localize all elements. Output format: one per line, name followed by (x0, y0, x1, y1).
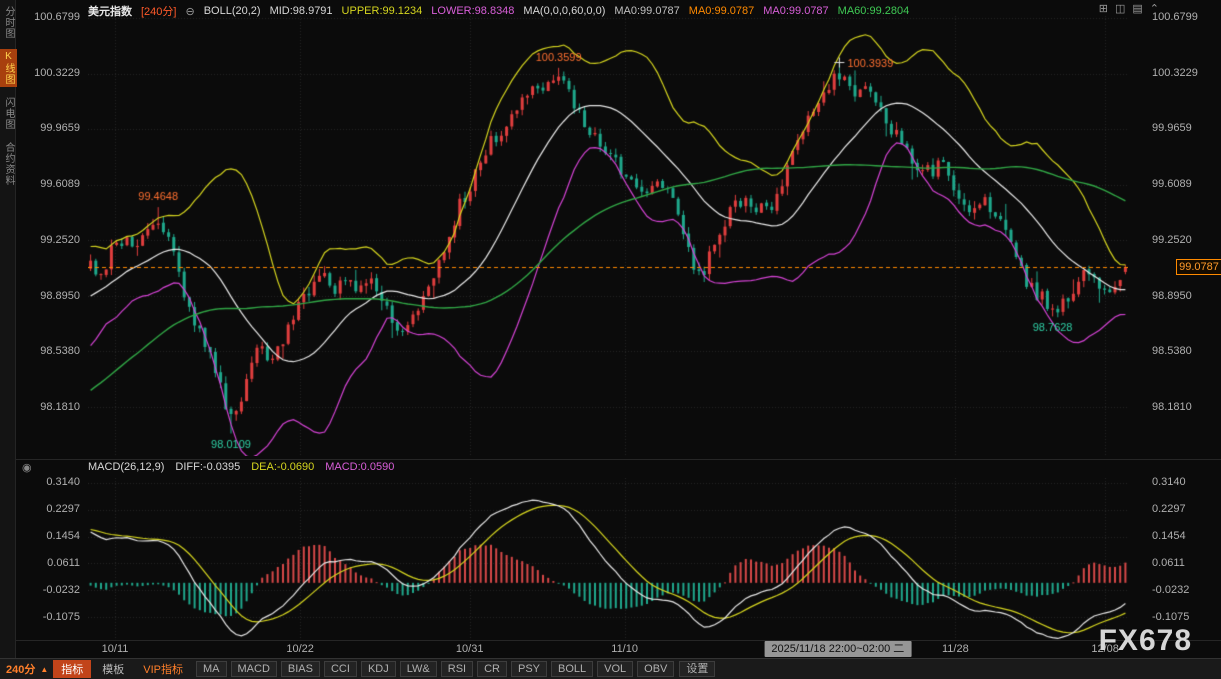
macd-axis-label: 0.1454 (26, 530, 80, 543)
macd-axis-label: 0.0611 (26, 557, 80, 570)
sidebar-tabs: 分时图 K线图 闪电图 合约资料 (0, 4, 15, 188)
price-axis-label: 98.5380 (26, 345, 80, 358)
sidebar-tab[interactable]: 闪电图 (0, 95, 17, 132)
toolbar-tabs: 指标 模板 VIP指标 (53, 660, 191, 678)
boll-mid-value: MID:98.9791 (270, 5, 333, 17)
macd-diff-value: DIFF:-0.0395 (175, 461, 240, 473)
ma0-value-2: MA0:99.0787 (689, 5, 754, 17)
price-axis-label: 100.6799 (26, 11, 80, 24)
price-axis-label: 98.1810 (1152, 401, 1214, 414)
left-sidebar: 分时图 K线图 闪电图 合约资料 (0, 0, 16, 658)
indicator-button[interactable]: LW& (400, 661, 437, 677)
indicator-button[interactable]: CCI (324, 661, 357, 677)
indicator-button[interactable]: BOLL (551, 661, 593, 677)
price-axis-label: 99.2520 (1152, 234, 1214, 247)
price-axis-label: 98.1810 (26, 401, 80, 414)
layout-grid-icon[interactable]: ⊞ (1099, 2, 1108, 15)
macd-axis-label: -0.0232 (26, 584, 80, 597)
macd-pane-icon[interactable]: ◉ (22, 461, 32, 474)
period-dropdown-arrow-icon[interactable]: ▲ (40, 665, 48, 674)
macd-macd-value: MACD:0.0590 (325, 461, 394, 473)
toolbar-tab[interactable]: 模板 (94, 660, 132, 678)
sidebar-tab[interactable]: 合约资料 (0, 140, 17, 188)
indicator-button[interactable]: KDJ (361, 661, 396, 677)
price-axis-right: 100.6799 100.3229 99.9659 99.6089 99.2520 98.… (1152, 11, 1214, 414)
bottom-toolbar: 240分 ▲ 指标 模板 VIP指标 MA MACD BIAS CCI KDJ … (0, 658, 1221, 679)
macd-axis-label: -0.1075 (26, 611, 80, 624)
sidebar-tab[interactable]: K线图 (0, 49, 17, 87)
window-layout-icons: ⊞ ◫ ▤ ⌃ (1099, 2, 1159, 15)
macd-axis-left: 0.3140 0.2297 0.1454 0.0611 -0.0232 -0.1075 (26, 476, 80, 624)
period-selector[interactable]: 240分 (6, 661, 35, 677)
watermark: FX678 (1099, 625, 1192, 657)
price-axis-label: 98.8950 (26, 290, 80, 303)
current-price-tag: 99.0787 (1176, 259, 1221, 275)
macd-axis-label: 0.3140 (1152, 476, 1214, 489)
macd-axis-right: 0.3140 0.2297 0.1454 0.0611 -0.0232 -0.1075 (1152, 476, 1214, 624)
price-axis-label: 99.2520 (26, 234, 80, 247)
pane-separator (16, 459, 1221, 460)
x-axis-tick: 11/28 (942, 641, 969, 657)
indicator-button[interactable]: MACD (231, 661, 277, 677)
symbol-name: 美元指数 (88, 3, 132, 19)
period-label: [240分] (141, 3, 176, 19)
macd-axis-label: 0.1454 (1152, 530, 1214, 543)
price-axis-label: 99.9659 (1152, 122, 1214, 135)
macd-chart-canvas[interactable] (88, 478, 1128, 642)
x-axis-tick: 10/22 (286, 641, 314, 657)
indicator-button[interactable]: BIAS (281, 661, 320, 677)
macd-axis-label: -0.0232 (1152, 584, 1214, 597)
ma0-value-1: MA0:99.0787 (614, 5, 679, 17)
indicator-button[interactable]: MA (196, 661, 227, 677)
boll-upper-value: UPPER:99.1234 (342, 5, 423, 17)
layout-rows-icon[interactable]: ▤ (1132, 2, 1142, 15)
x-axis-tick: 10/11 (102, 641, 129, 657)
price-axis-label: 99.6089 (26, 178, 80, 191)
x-axis-row: 10/11 10/22 10/31 11/10 2025/11/18 22:00~02:… (0, 641, 1221, 658)
x-axis-tick: 10/31 (456, 641, 484, 657)
x-axis-tick: 11/10 (611, 641, 638, 657)
boll-lower-value: LOWER:98.8348 (431, 5, 514, 17)
macd-params-label: MACD(26,12,9) (88, 461, 164, 473)
price-axis-left: 100.6799 100.3229 99.9659 99.6089 99.2520 98.… (26, 11, 80, 414)
price-axis-label: 98.8950 (1152, 290, 1214, 303)
ma60-value: MA60:99.2804 (838, 5, 910, 17)
zoom-out-icon[interactable]: ⊖ (185, 5, 194, 18)
layout-columns-icon[interactable]: ◫ (1115, 2, 1125, 15)
macd-header: MACD(26,12,9) DIFF:-0.0395 DEA:-0.0690 M… (88, 461, 394, 473)
indicator-button[interactable]: RSI (441, 661, 473, 677)
ma-params-label: MA(0,0,0,60,0,0) (523, 5, 605, 17)
macd-axis-label: 0.2297 (1152, 503, 1214, 516)
toolbar-tab[interactable]: VIP指标 (135, 660, 191, 678)
price-axis-label: 100.3229 (26, 67, 80, 80)
indicator-buttons: MA MACD BIAS CCI KDJ LW& RSI CR PSY BOLL… (196, 661, 674, 677)
macd-axis-label: 0.2297 (26, 503, 80, 516)
price-axis-label: 99.9659 (26, 122, 80, 135)
price-axis-label: 99.6089 (1152, 178, 1214, 191)
sidebar-tab[interactable]: 分时图 (0, 4, 17, 41)
boll-params-label: BOLL(20,2) (204, 5, 261, 17)
trading-app-window: { "colors": { "up": "#e03e3e", "down": "… (0, 0, 1221, 679)
macd-axis-label: -0.1075 (1152, 611, 1214, 624)
price-axis-label: 100.3229 (1152, 67, 1214, 80)
settings-button[interactable]: 设置 (679, 661, 715, 677)
macd-dea-value: DEA:-0.0690 (251, 461, 314, 473)
ma0-value-3: MA0:99.0787 (763, 5, 828, 17)
toolbar-tab[interactable]: 指标 (53, 660, 91, 678)
indicator-button[interactable]: PSY (511, 661, 547, 677)
macd-axis-label: 0.3140 (26, 476, 80, 489)
indicator-button[interactable]: CR (477, 661, 507, 677)
price-chart-canvas[interactable] (88, 10, 1128, 456)
collapse-up-icon[interactable]: ⌃ (1150, 2, 1159, 15)
selected-candle-time-label: 2025/11/18 22:00~02:00 二 (764, 641, 911, 657)
macd-axis-label: 0.0611 (1152, 557, 1214, 570)
indicator-header: 美元指数 [240分] ⊖ BOLL(20,2) MID:98.9791 UPP… (88, 3, 909, 19)
indicator-button[interactable]: VOL (597, 661, 633, 677)
price-axis-label: 98.5380 (1152, 345, 1214, 358)
price-axis-label: 100.6799 (1152, 11, 1214, 24)
indicator-button[interactable]: OBV (637, 661, 674, 677)
